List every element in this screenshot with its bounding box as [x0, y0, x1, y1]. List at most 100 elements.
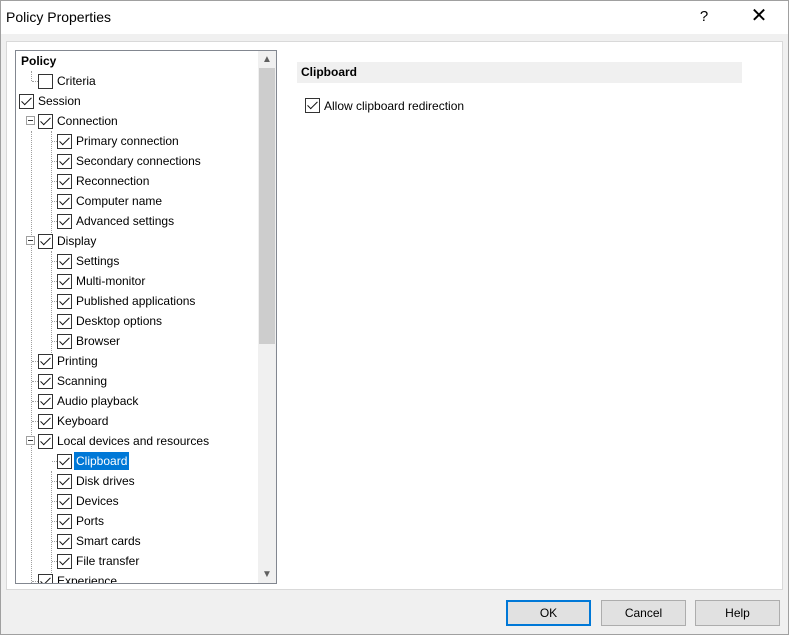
- tree-item[interactable]: Secondary connections: [57, 151, 203, 171]
- help-button[interactable]: Help: [695, 600, 780, 626]
- ok-button[interactable]: OK: [506, 600, 591, 626]
- tree-item-label: Connection: [57, 114, 118, 128]
- tree-item-checkbox[interactable]: [57, 133, 72, 149]
- tree-item[interactable]: Published applications: [57, 291, 197, 311]
- tree-item-label: Devices: [76, 494, 119, 508]
- tree-item-checkbox[interactable]: [38, 73, 53, 89]
- tree-item-checkbox[interactable]: [57, 453, 72, 469]
- policy-tree[interactable]: Policy Criteria Session Connection Primary c…: [15, 50, 277, 584]
- tree-item[interactable]: File transfer: [57, 551, 141, 571]
- tree-connector: [52, 201, 57, 202]
- tree-item-checkbox[interactable]: [57, 253, 72, 269]
- tree-item-label: Audio playback: [57, 394, 139, 408]
- panel-header: Clipboard: [297, 62, 742, 83]
- collapse-icon[interactable]: [26, 116, 35, 125]
- allow-clipboard-redirection-checkbox[interactable]: [305, 98, 320, 113]
- tree-item-checkbox[interactable]: [38, 113, 53, 129]
- tree-item[interactable]: Display: [38, 231, 98, 251]
- tree-item[interactable]: Clipboard: [57, 451, 130, 471]
- tree-item[interactable]: Browser: [57, 331, 122, 351]
- tree-item-label: Secondary connections: [76, 154, 201, 168]
- tree-item-checkbox[interactable]: [38, 373, 53, 389]
- collapse-icon[interactable]: [26, 236, 35, 245]
- tree-item[interactable]: Computer name: [57, 191, 164, 211]
- tree-item-checkbox[interactable]: [38, 433, 53, 449]
- tree-connector: [32, 401, 38, 402]
- tree-item[interactable]: Experience: [38, 571, 119, 583]
- tree-item-label: Scanning: [57, 374, 108, 388]
- tree-item-checkbox[interactable]: [57, 493, 72, 509]
- tree-connector: [52, 481, 57, 482]
- tree-item-checkbox[interactable]: [38, 413, 53, 429]
- tree-connector: [32, 421, 38, 422]
- tree-viewport: Policy Criteria Session Connection Primary c…: [16, 51, 258, 583]
- policy-properties-dialog: Policy Properties ? ✕ Policy Criteria Sess…: [0, 0, 789, 635]
- tree-item-label: Local devices and resources: [57, 434, 210, 448]
- tree-item[interactable]: Criteria: [38, 71, 98, 91]
- tree-item[interactable]: Primary connection: [57, 131, 181, 151]
- tree-item[interactable]: Desktop options: [57, 311, 164, 331]
- tree-item-checkbox[interactable]: [57, 153, 72, 169]
- tree-item-checkbox[interactable]: [19, 93, 34, 109]
- tree-item-label: Desktop options: [76, 314, 163, 328]
- tree-item[interactable]: Connection: [38, 111, 120, 131]
- tree-item[interactable]: Multi-monitor: [57, 271, 147, 291]
- tree-item-checkbox[interactable]: [38, 233, 53, 249]
- allow-clipboard-redirection-option[interactable]: Allow clipboard redirection: [305, 98, 464, 113]
- tree-item-checkbox[interactable]: [57, 193, 72, 209]
- close-icon[interactable]: ✕: [739, 3, 779, 31]
- scroll-down-icon[interactable]: ▼: [258, 566, 276, 583]
- tree-connector: [52, 261, 57, 262]
- tree-item-checkbox[interactable]: [38, 573, 53, 583]
- tree-connector: [31, 131, 32, 583]
- tree-item[interactable]: Advanced settings: [57, 211, 176, 231]
- tree-item[interactable]: Local devices and resources: [38, 431, 211, 451]
- tree-connector: [52, 541, 57, 542]
- tree-item-checkbox[interactable]: [38, 353, 53, 369]
- tree-item[interactable]: Smart cards: [57, 531, 143, 551]
- cancel-button[interactable]: Cancel: [601, 600, 686, 626]
- tree-item[interactable]: Devices: [57, 491, 121, 511]
- collapse-icon[interactable]: [26, 436, 35, 445]
- tree-item-checkbox[interactable]: [57, 173, 72, 189]
- tree-item-checkbox[interactable]: [57, 553, 72, 569]
- scroll-thumb[interactable]: [259, 68, 275, 344]
- tree-item[interactable]: Policy: [19, 51, 58, 71]
- tree-item-checkbox[interactable]: [57, 213, 72, 229]
- tree-connector: [31, 71, 32, 81]
- tree-item-label: Smart cards: [76, 534, 141, 548]
- scroll-up-icon[interactable]: ▲: [258, 51, 276, 68]
- tree-item-checkbox[interactable]: [57, 313, 72, 329]
- tree-scrollbar[interactable]: ▲ ▼: [258, 51, 276, 583]
- tree-item-checkbox[interactable]: [38, 393, 53, 409]
- tree-item-checkbox[interactable]: [57, 293, 72, 309]
- tree-connector: [52, 301, 57, 302]
- tree-item[interactable]: Ports: [57, 511, 106, 531]
- tree-item[interactable]: Keyboard: [38, 411, 110, 431]
- tree-item-checkbox[interactable]: [57, 273, 72, 289]
- tree-item[interactable]: Session: [19, 91, 83, 111]
- tree-item[interactable]: Printing: [38, 351, 100, 371]
- tree-item[interactable]: Settings: [57, 251, 121, 271]
- tree-item[interactable]: Disk drives: [57, 471, 137, 491]
- tree-connector: [52, 221, 57, 222]
- tree-item-label: Published applications: [76, 294, 196, 308]
- tree-item[interactable]: Scanning: [38, 371, 109, 391]
- window-title: Policy Properties: [6, 9, 112, 25]
- tree-item-checkbox[interactable]: [57, 533, 72, 549]
- tree-item-label: File transfer: [76, 554, 140, 568]
- tree-item-label: Experience: [57, 574, 118, 583]
- tree-item-checkbox[interactable]: [57, 473, 72, 489]
- tree-connector: [32, 81, 38, 82]
- help-icon[interactable]: ?: [684, 3, 724, 31]
- tree-connector: [52, 561, 57, 562]
- tree-item[interactable]: Reconnection: [57, 171, 151, 191]
- tree-item-checkbox[interactable]: [57, 333, 72, 349]
- tree-item-label: Keyboard: [57, 414, 109, 428]
- tree-item-checkbox[interactable]: [57, 513, 72, 529]
- tree-item-label: Clipboard: [74, 452, 130, 470]
- tree-connector: [52, 181, 57, 182]
- tree-item-label: Settings: [76, 254, 120, 268]
- tree-item[interactable]: Audio playback: [38, 391, 140, 411]
- tree-connector: [52, 281, 57, 282]
